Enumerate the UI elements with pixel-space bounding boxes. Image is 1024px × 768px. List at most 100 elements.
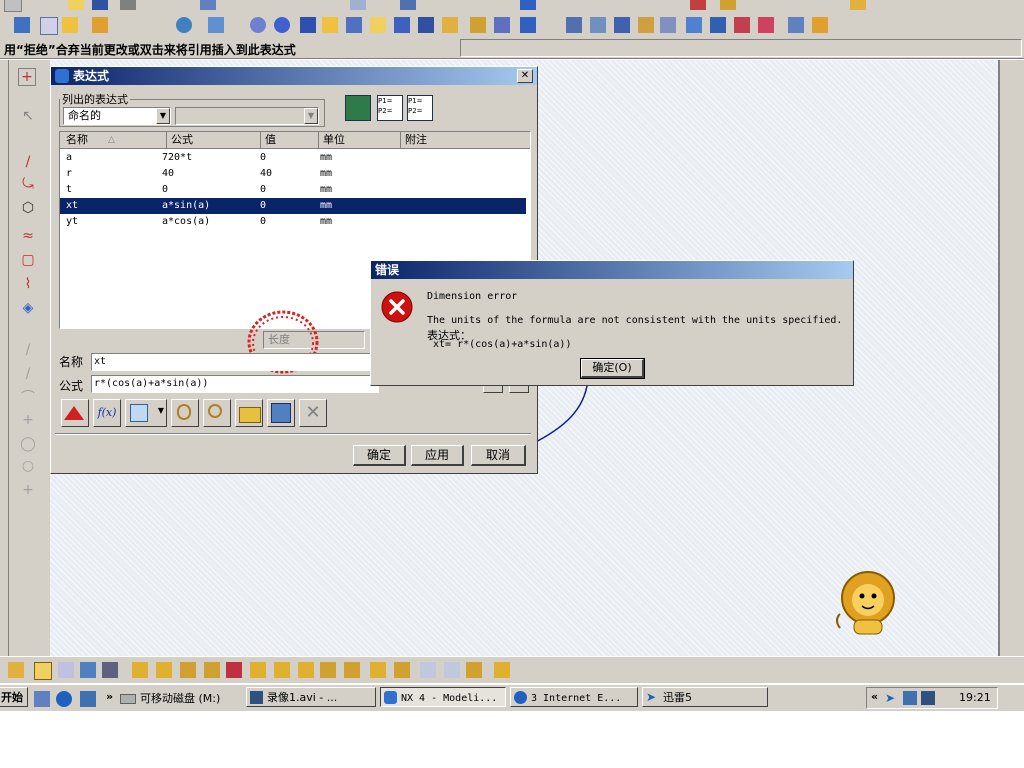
offset-icon[interactable] [710, 17, 726, 33]
sketch-line-icon[interactable]: / [18, 340, 38, 360]
table-row[interactable]: yt a*cos(a) 0 mm [60, 214, 526, 230]
crosshair-icon[interactable]: + [18, 410, 38, 430]
line-icon[interactable]: / [18, 152, 38, 172]
view-icon[interactable] [200, 0, 216, 10]
sketch-icon[interactable] [850, 0, 866, 10]
table-row[interactable]: xt a*sin(a) 0 mm [60, 198, 526, 214]
delete-button[interactable]: ✕ [299, 399, 327, 427]
snap-face-icon[interactable] [320, 662, 336, 678]
chamfer-icon[interactable] [614, 17, 630, 33]
snap-mid-icon[interactable] [156, 662, 172, 678]
col-name-header[interactable]: 名称 [66, 132, 88, 148]
table-row[interactable]: t 0 0 mm [60, 182, 526, 198]
name-input[interactable]: xt [91, 353, 379, 371]
col-unit-header[interactable]: 单位 [318, 132, 345, 148]
task-internet[interactable]: 3 Internet E... [510, 687, 638, 707]
mirror-icon[interactable] [660, 17, 676, 33]
open-folder-icon[interactable] [68, 0, 84, 10]
media-icon[interactable] [80, 691, 96, 707]
view-iso-icon[interactable] [466, 662, 482, 678]
start-button[interactable]: 开始 [0, 687, 28, 707]
snap-intersect-icon[interactable] [226, 662, 242, 678]
export-button[interactable] [267, 399, 295, 427]
extrude-icon[interactable] [322, 17, 338, 33]
measure-button[interactable]: ▼ [125, 399, 167, 427]
pattern-icon[interactable] [686, 17, 702, 33]
layer-icon[interactable] [720, 0, 736, 10]
col-formula-header[interactable]: 公式 [166, 132, 193, 148]
filter-secondary-select[interactable]: ▼ [175, 107, 319, 125]
close-icon[interactable]: ✕ [517, 69, 533, 83]
cancel-button[interactable]: 取消 [471, 445, 526, 466]
copy-icon[interactable] [58, 662, 74, 678]
snap-point-icon[interactable] [250, 662, 266, 678]
sheet-icon[interactable] [40, 17, 58, 35]
edit-icon[interactable] [62, 17, 78, 33]
trim-icon[interactable] [566, 17, 582, 33]
blend-icon[interactable] [590, 17, 606, 33]
col-note-header[interactable]: 附注 [400, 132, 427, 148]
snap-end-icon[interactable] [132, 662, 148, 678]
monitor-icon[interactable] [921, 691, 935, 705]
ie-icon[interactable] [56, 691, 72, 707]
reference-button[interactable] [171, 399, 199, 427]
view-top-icon[interactable] [444, 662, 460, 678]
undo-icon[interactable] [120, 0, 136, 10]
view-front-icon[interactable] [420, 662, 436, 678]
curve-icon[interactable]: ↖ [18, 106, 38, 126]
lion-mascot-icon[interactable] [832, 568, 904, 638]
project-icon[interactable]: ◈ [18, 298, 38, 318]
move-up-button[interactable] [61, 399, 89, 427]
datum-icon[interactable]: + [18, 68, 36, 86]
spreadsheet-icon[interactable] [345, 95, 371, 121]
rectangle-icon[interactable]: ▢ [18, 250, 38, 270]
task-recording[interactable]: 录像1.avi - ... [246, 687, 376, 707]
zoom-icon[interactable] [350, 0, 366, 10]
expression-dialog-titlebar[interactable]: 表达式 ✕ [51, 67, 537, 85]
filter-select[interactable]: 命名的 ▼ [63, 107, 171, 125]
render-icon[interactable] [520, 0, 536, 10]
sew-icon[interactable] [758, 17, 774, 33]
snap-grid-icon[interactable] [394, 662, 410, 678]
patch-icon[interactable] [788, 17, 804, 33]
desktop-icon[interactable] [34, 691, 50, 707]
clock[interactable]: 19:21 [959, 691, 991, 704]
apply-button[interactable]: 应用 [411, 445, 464, 466]
pad-icon[interactable] [470, 17, 486, 33]
revolve-icon[interactable] [346, 17, 362, 33]
function-button[interactable]: f(x) [93, 399, 121, 427]
error-dialog-titlebar[interactable]: 错误 [371, 261, 853, 279]
table-row[interactable]: r 40 40 mm [60, 166, 526, 182]
removable-drive-label[interactable]: 可移动磁盘 (M:) [140, 690, 220, 706]
snap-center-icon[interactable] [180, 662, 196, 678]
circle-icon[interactable]: ◯ [18, 434, 38, 454]
quick-launch-chevron[interactable]: » [106, 690, 113, 703]
snap-tangent-icon[interactable] [298, 662, 314, 678]
snap-bounded-icon[interactable] [370, 662, 386, 678]
polygon-icon[interactable]: ⬡ [18, 198, 38, 218]
pocket-icon[interactable] [442, 17, 458, 33]
tray-chevron[interactable]: « [871, 690, 878, 703]
task-thunder[interactable]: ➤ 迅雷5 [642, 687, 768, 707]
groove-icon[interactable] [520, 17, 536, 33]
sketch-line2-icon[interactable]: / [18, 364, 38, 384]
menu-icon[interactable] [4, 0, 22, 12]
book-icon[interactable] [14, 17, 30, 33]
snap-quad-icon[interactable] [204, 662, 220, 678]
snap-icon[interactable] [176, 17, 192, 33]
more-icon[interactable] [494, 662, 510, 678]
hole-icon[interactable] [394, 17, 410, 33]
open-file-button[interactable] [235, 399, 263, 427]
slot-icon[interactable] [494, 17, 510, 33]
scale-icon[interactable] [734, 17, 750, 33]
snap-curve-icon[interactable] [344, 662, 360, 678]
thunder-tray-icon[interactable]: ➤ [885, 691, 899, 705]
chevron-down-icon[interactable]: ▼ [158, 406, 164, 415]
shell-icon[interactable] [638, 17, 654, 33]
point-add-icon[interactable]: + [18, 480, 38, 500]
point-icon[interactable] [208, 17, 224, 33]
select-icon[interactable] [8, 662, 24, 678]
spline-icon[interactable]: ≈ [18, 226, 38, 246]
sketch-arc-icon[interactable]: ⌒ [18, 388, 38, 408]
arc-icon[interactable]: ⤿ [18, 174, 38, 194]
